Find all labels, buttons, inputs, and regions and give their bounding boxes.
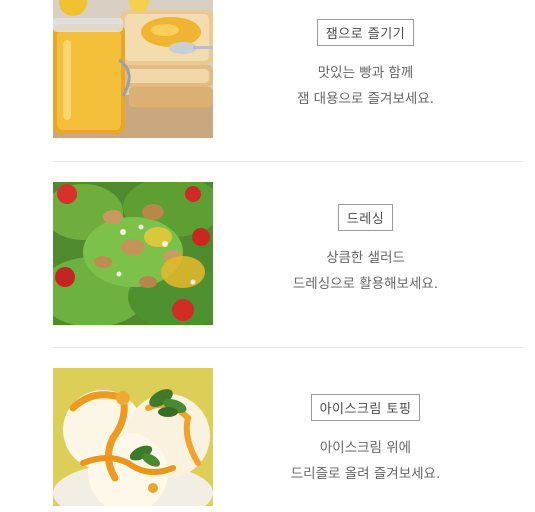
tag-jam: 잼으로 즐기기 bbox=[316, 19, 415, 46]
desc-dressing-line2: 드레싱으로 활용해보세요. bbox=[292, 276, 439, 292]
desc-dressing: 상큼한 샐러드 드레싱으로 활용해보세요. bbox=[256, 245, 475, 297]
jam-text: 잼으로 즐기기 맛있는 빵과 함께 잼 대용으로 즐겨보세요. bbox=[256, 19, 475, 112]
desc-dressing-line1: 상큼한 샐러드 bbox=[326, 250, 405, 266]
desc-icecream-line2: 드리즐로 올려 즐겨보세요. bbox=[290, 466, 441, 482]
desc-icecream-line1: 아이스크림 위에 bbox=[319, 440, 412, 456]
usage-item-dressing: 드레싱 상큼한 샐러드 드레싱으로 활용해보세요. bbox=[0, 162, 535, 347]
desc-jam-line2: 잼 대용으로 즐겨보세요. bbox=[296, 91, 435, 107]
desc-jam-line1: 맛있는 빵과 함께 bbox=[317, 65, 414, 81]
dressing-text: 드레싱 상큼한 샐러드 드레싱으로 활용해보세요. bbox=[256, 204, 475, 297]
desc-icecream: 아이스크림 위에 드리즐로 올려 즐겨보세요. bbox=[256, 435, 475, 487]
desc-jam: 맛있는 빵과 함께 잼 대용으로 즐겨보세요. bbox=[256, 60, 475, 112]
jam-photo bbox=[53, 0, 213, 138]
usage-item-jam: 잼으로 즐기기 맛있는 빵과 함께 잼 대용으로 즐겨보세요. bbox=[0, 0, 535, 160]
icecream-text: 아이스크림 토핑 아이스크림 위에 드리즐로 올려 즐겨보세요. bbox=[256, 394, 475, 487]
usage-item-icecream: 아이스크림 토핑 아이스크림 위에 드리즐로 올려 즐겨보세요. bbox=[0, 348, 535, 512]
tag-dressing: 드레싱 bbox=[337, 204, 394, 231]
salad-photo bbox=[53, 182, 213, 325]
tag-icecream: 아이스크림 토핑 bbox=[310, 394, 421, 421]
icecream-photo bbox=[53, 368, 213, 506]
